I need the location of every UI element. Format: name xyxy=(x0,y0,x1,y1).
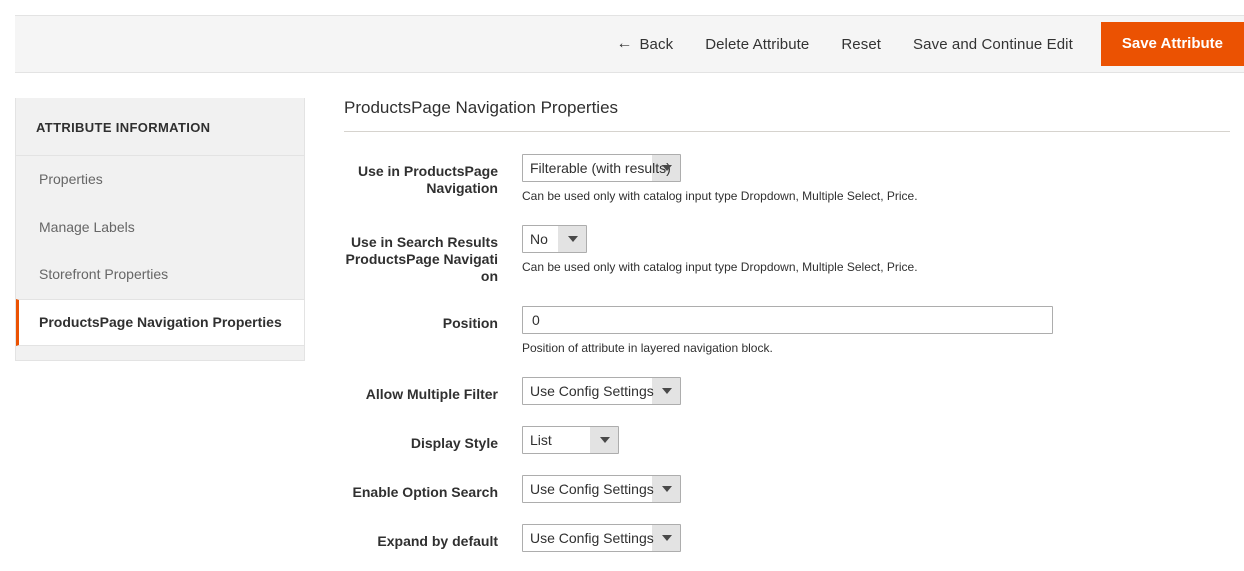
sidebar-item-list: Properties Manage Labels Storefront Prop… xyxy=(16,156,304,346)
sidebar-title: ATTRIBUTE INFORMATION xyxy=(16,98,304,156)
note-position: Position of attribute in layered navigat… xyxy=(522,340,1230,356)
save-and-continue-edit-button[interactable]: Save and Continue Edit xyxy=(897,36,1089,53)
label-allow-multiple-filter: Allow Multiple Filter xyxy=(344,377,522,403)
field-row-display-style: Display Style List xyxy=(344,426,1230,454)
back-button[interactable]: ← Back xyxy=(606,36,689,53)
sidebar-item-productspage-navigation-properties[interactable]: ProductsPage Navigation Properties xyxy=(16,299,304,347)
select-expand-by-default[interactable]: Use Config Settings xyxy=(522,524,681,552)
select-shell-use-in-productspage-navigation: Filterable (with results) xyxy=(522,154,681,182)
label-use-in-productspage-navigation: Use in ProductsPage Navigation xyxy=(344,154,522,197)
select-shell-expand-by-default: Use Config Settings xyxy=(522,524,681,552)
field-row-enable-option-search: Enable Option Search Use Config Settings xyxy=(344,475,1230,503)
position-input[interactable] xyxy=(522,306,1053,334)
attribute-information-sidebar: ATTRIBUTE INFORMATION Properties Manage … xyxy=(15,98,305,361)
control-use-in-search-results-productspage-navigation: No Can be used only with catalog input t… xyxy=(522,225,1230,275)
note-use-in-productspage-navigation: Can be used only with catalog input type… xyxy=(522,188,1230,204)
label-enable-option-search: Enable Option Search xyxy=(344,475,522,501)
control-use-in-productspage-navigation: Filterable (with results) Can be used on… xyxy=(522,154,1230,204)
select-display-style[interactable]: List xyxy=(522,426,619,454)
reset-button[interactable]: Reset xyxy=(825,36,897,53)
select-use-in-search-results-productspage-navigation[interactable]: No xyxy=(522,225,587,253)
select-enable-option-search[interactable]: Use Config Settings xyxy=(522,475,681,503)
page-actions-toolbar: ← Back Delete Attribute Reset Save and C… xyxy=(15,15,1244,73)
select-use-in-productspage-navigation[interactable]: Filterable (with results) xyxy=(522,154,681,182)
select-shell-allow-multiple-filter: Use Config Settings xyxy=(522,377,681,405)
select-shell-enable-option-search: Use Config Settings xyxy=(522,475,681,503)
note-use-in-search-results-productspage-navigation: Can be used only with catalog input type… xyxy=(522,259,1230,275)
arrow-left-icon: ← xyxy=(616,36,632,52)
label-use-in-search-results-productspage-navigation: Use in Search Results ProductsPage Navig… xyxy=(344,225,522,285)
field-row-allow-multiple-filter: Allow Multiple Filter Use Config Setting… xyxy=(344,377,1230,405)
sidebar-item-manage-labels[interactable]: Manage Labels xyxy=(16,204,304,252)
field-row-use-in-search-results-productspage-navigation: Use in Search Results ProductsPage Navig… xyxy=(344,225,1230,285)
sidebar-footer-strip xyxy=(16,346,304,360)
section-title: ProductsPage Navigation Properties xyxy=(344,98,1230,132)
select-allow-multiple-filter[interactable]: Use Config Settings xyxy=(522,377,681,405)
control-display-style: List xyxy=(522,426,1230,454)
field-row-expand-by-default: Expand by default Use Config Settings xyxy=(344,524,1230,552)
field-row-use-in-productspage-navigation: Use in ProductsPage Navigation Filterabl… xyxy=(344,154,1230,204)
select-shell-use-in-search-results-productspage-navigation: No xyxy=(522,225,587,253)
page-content: ATTRIBUTE INFORMATION Properties Manage … xyxy=(0,73,1244,571)
control-expand-by-default: Use Config Settings xyxy=(522,524,1230,552)
delete-attribute-button[interactable]: Delete Attribute xyxy=(689,36,825,53)
label-position: Position xyxy=(344,306,522,332)
control-position: Position of attribute in layered navigat… xyxy=(522,306,1230,356)
sidebar-item-storefront-properties[interactable]: Storefront Properties xyxy=(16,251,304,299)
control-allow-multiple-filter: Use Config Settings xyxy=(522,377,1230,405)
select-shell-display-style: List xyxy=(522,426,619,454)
label-expand-by-default: Expand by default xyxy=(344,524,522,550)
label-display-style: Display Style xyxy=(344,426,522,452)
save-attribute-button[interactable]: Save Attribute xyxy=(1101,22,1244,66)
productspage-navigation-properties-fieldset: ProductsPage Navigation Properties Use i… xyxy=(344,98,1230,569)
sidebar-item-properties[interactable]: Properties xyxy=(16,156,304,204)
back-button-label: Back xyxy=(639,36,673,53)
field-row-position: Position Position of attribute in layere… xyxy=(344,306,1230,356)
control-enable-option-search: Use Config Settings xyxy=(522,475,1230,503)
